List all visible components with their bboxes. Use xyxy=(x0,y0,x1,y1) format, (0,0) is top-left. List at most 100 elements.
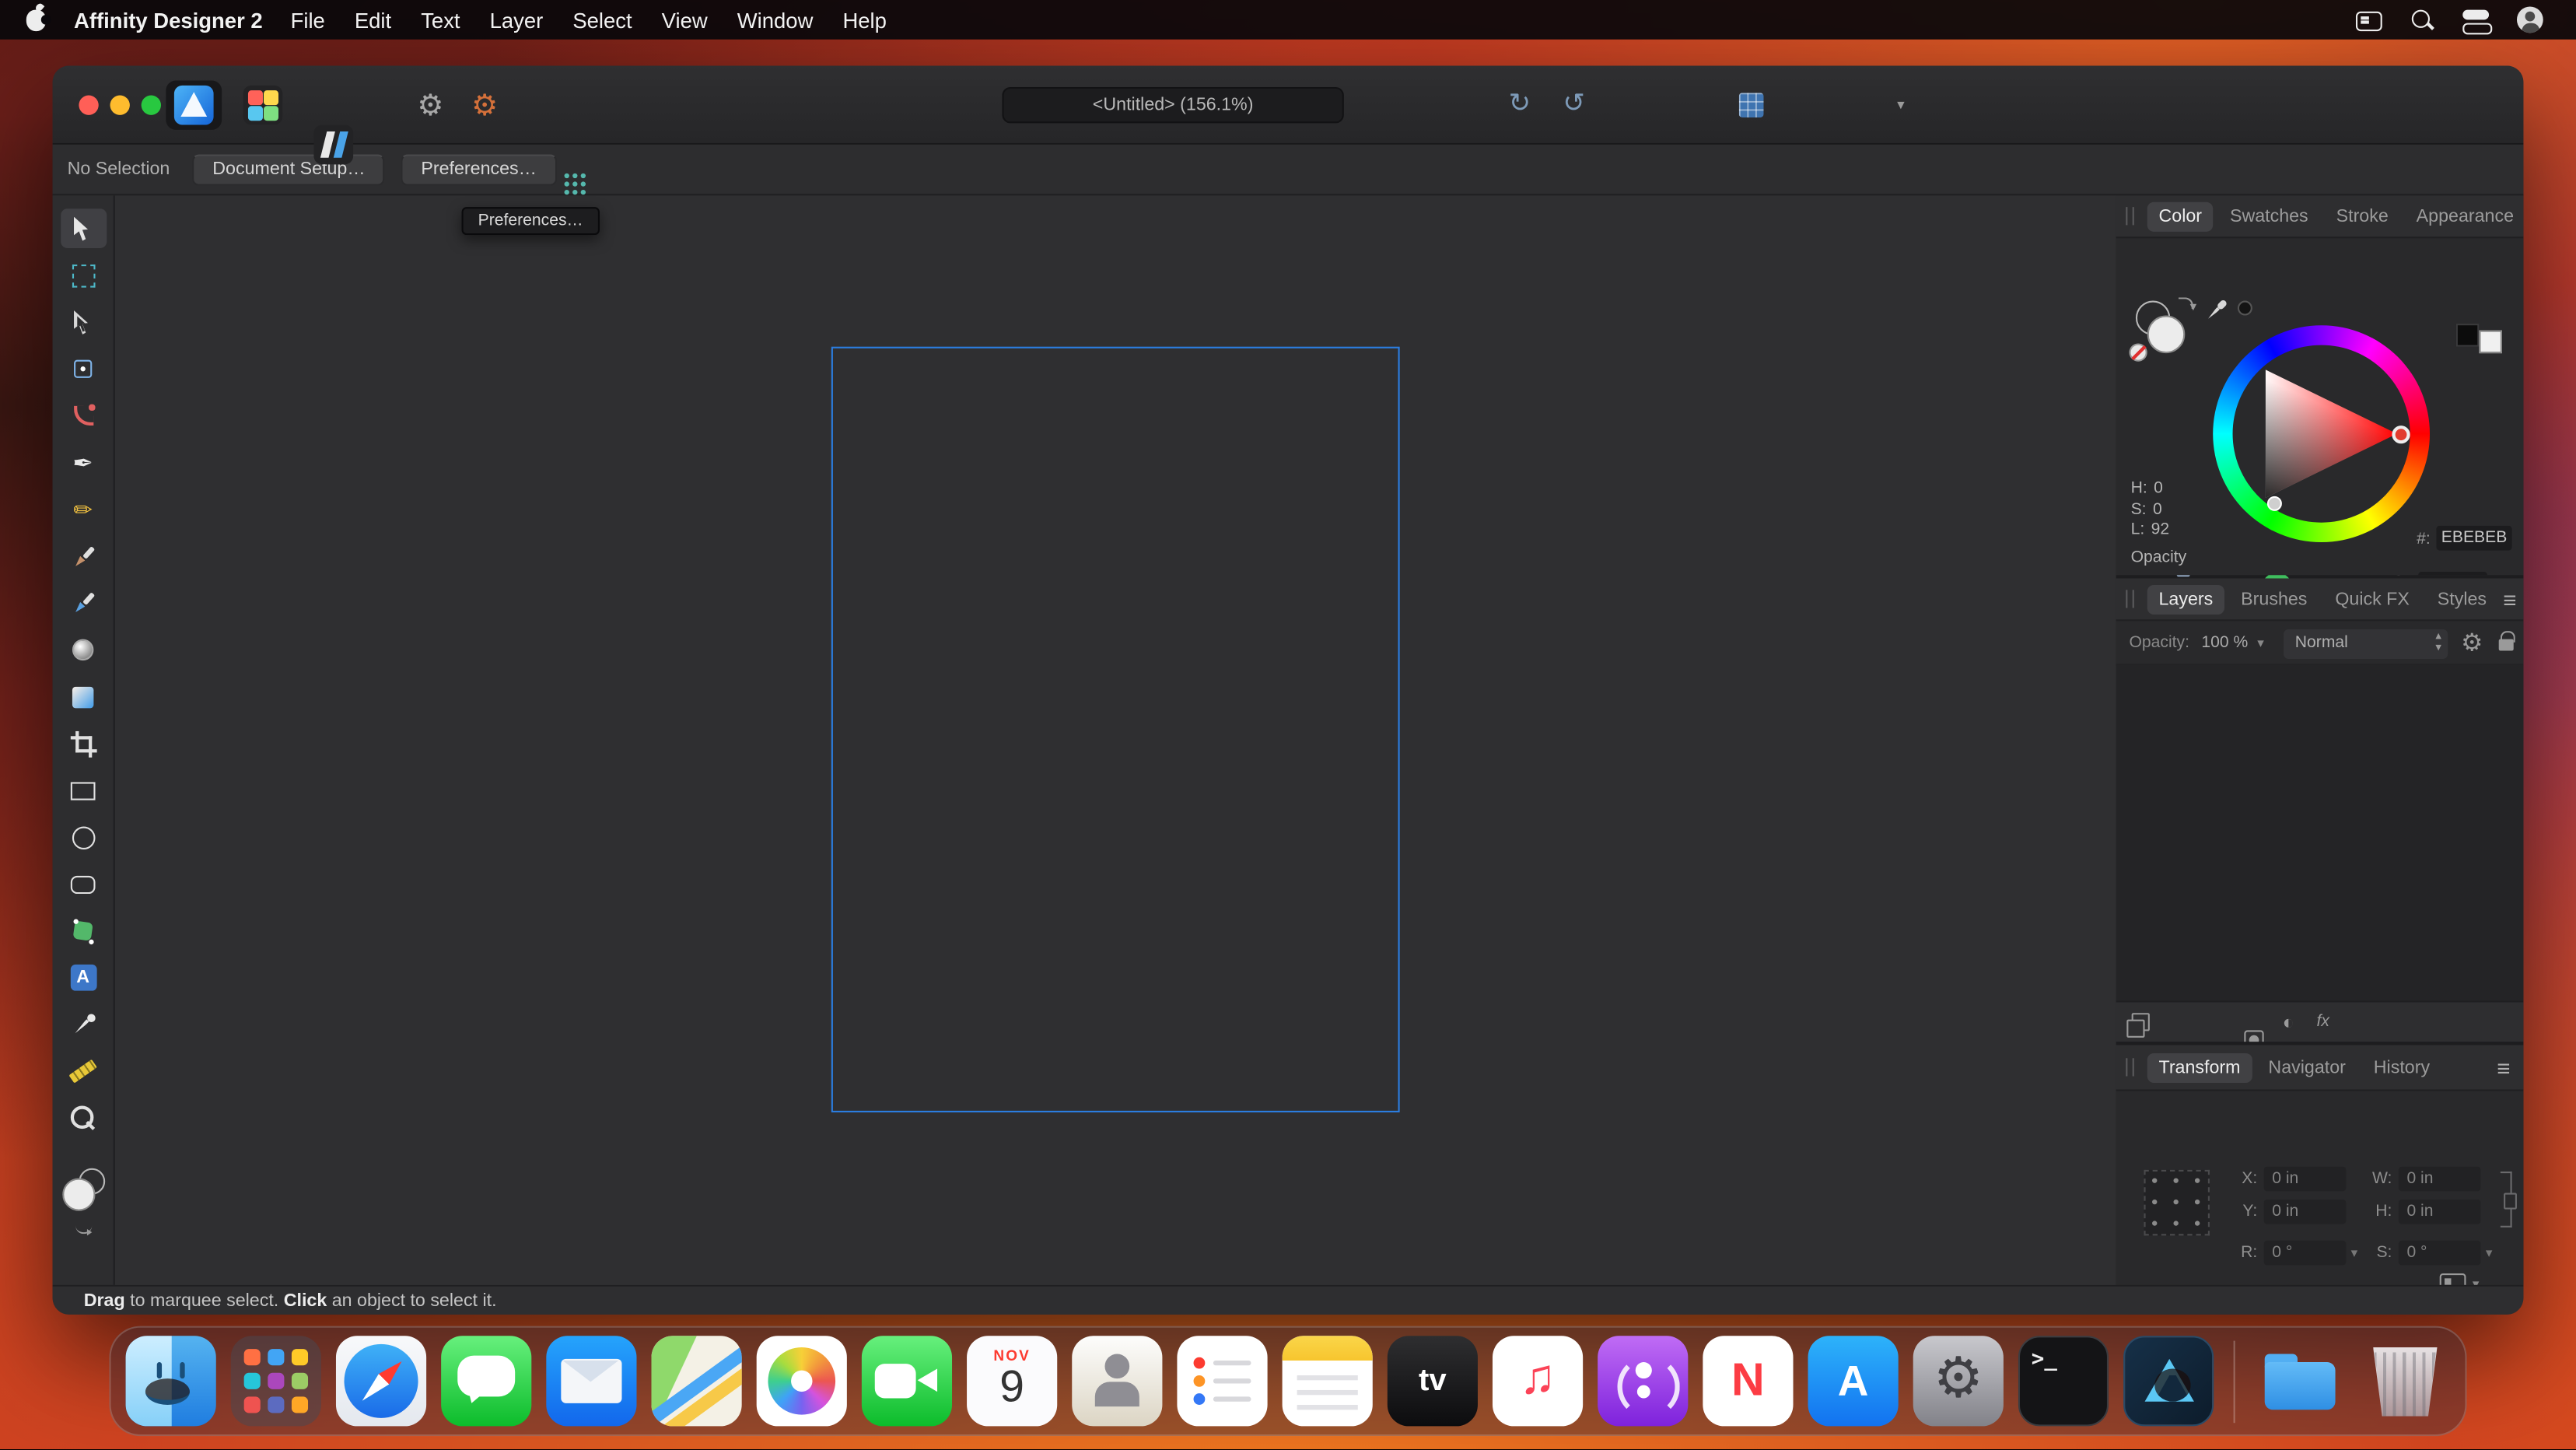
dock-calendar-icon[interactable]: NOV 9 xyxy=(967,1336,1057,1426)
measure-tool[interactable] xyxy=(60,1052,106,1091)
blend-mode-stepper-icon[interactable]: ▴▾ xyxy=(2435,630,2441,653)
layer-settings-gear-icon[interactable]: ⚙ xyxy=(2461,628,2483,657)
swap-fill-stroke-icon[interactable] xyxy=(2179,297,2193,309)
anchor-point-selector[interactable] xyxy=(2144,1170,2209,1235)
zoom-button[interactable] xyxy=(142,96,161,115)
link-dimensions-icon[interactable] xyxy=(2501,1172,2512,1228)
transform-options-chevron-icon[interactable]: ▾ xyxy=(2473,1277,2479,1285)
tab-layers[interactable]: Layers xyxy=(2147,584,2224,614)
panel-menu-icon[interactable]: ≡ xyxy=(2503,587,2516,611)
rounded-rectangle-tool[interactable] xyxy=(60,864,106,904)
menu-view[interactable]: View xyxy=(647,8,723,33)
menu-help[interactable]: Help xyxy=(828,8,901,33)
menu-file[interactable]: File xyxy=(276,8,340,33)
dock-facetime-icon[interactable] xyxy=(862,1336,952,1426)
document-setup-button[interactable]: Document Setup… xyxy=(193,153,385,184)
fill-stroke-color-well[interactable] xyxy=(57,1168,110,1238)
user-account-icon[interactable] xyxy=(2517,6,2543,33)
corner-tool[interactable] xyxy=(60,396,106,436)
fill-tool[interactable] xyxy=(60,630,106,670)
pixel-persona-button[interactable] xyxy=(243,86,283,125)
no-color-icon[interactable] xyxy=(2129,343,2147,361)
node-tool[interactable] xyxy=(60,303,106,342)
shear-chevron-icon[interactable]: ▾ xyxy=(2486,1245,2492,1260)
app-menu[interactable]: Affinity Designer 2 xyxy=(74,8,263,33)
color-selector-handle[interactable] xyxy=(2267,496,2282,511)
rotate-counterclockwise-icon[interactable]: ↺ xyxy=(1563,92,1584,118)
eyedropper-icon[interactable] xyxy=(2203,298,2229,324)
dock-system-settings-icon[interactable]: ⚙ xyxy=(1913,1336,2004,1426)
transform-origin-icon[interactable] xyxy=(2440,1273,2466,1285)
layers-opacity-chevron-icon[interactable]: ▾ xyxy=(2257,636,2263,650)
tab-transform[interactable]: Transform xyxy=(2147,1052,2252,1082)
pen-tool[interactable]: ✒ xyxy=(60,443,106,482)
pencil-tool[interactable]: ✏ xyxy=(60,489,106,529)
dock-mail-icon[interactable] xyxy=(546,1336,636,1426)
artistic-text-tool[interactable]: A xyxy=(60,958,106,997)
document-artboard[interactable] xyxy=(831,347,1400,1112)
move-tool[interactable] xyxy=(60,208,106,248)
rotate-clockwise-icon[interactable]: ↻ xyxy=(1509,92,1531,118)
menu-edit[interactable]: Edit xyxy=(340,8,406,33)
transparency-tool[interactable] xyxy=(60,677,106,716)
dock-maps-icon[interactable] xyxy=(652,1336,742,1426)
dock-app-store-icon[interactable]: A xyxy=(1808,1336,1899,1426)
layers-list[interactable] xyxy=(2116,665,2524,1000)
tab-navigator[interactable]: Navigator xyxy=(2257,1052,2357,1082)
layers-opacity-value[interactable]: 100 % xyxy=(2201,634,2248,652)
dock-safari-icon[interactable] xyxy=(336,1336,426,1426)
swap-colors-icon[interactable] xyxy=(75,1224,91,1235)
tab-quick-fx[interactable]: Quick FX xyxy=(2324,584,2421,614)
dock-affinity-designer-icon[interactable] xyxy=(2123,1336,2214,1426)
zoom-tool[interactable] xyxy=(60,1098,106,1138)
dock-notes-icon[interactable] xyxy=(1283,1336,1373,1426)
x-field[interactable]: 0 in xyxy=(2264,1167,2347,1192)
artboard-tool[interactable] xyxy=(60,255,106,295)
rotation-field[interactable]: 0 ° xyxy=(2264,1241,2347,1266)
h-field[interactable]: 0 in xyxy=(2399,1200,2481,1224)
menu-text[interactable]: Text xyxy=(406,8,474,33)
point-transform-tool[interactable] xyxy=(60,349,106,389)
paint-brush-tool[interactable] xyxy=(60,537,106,576)
y-field[interactable]: 0 in xyxy=(2264,1200,2347,1224)
dock-launchpad-icon[interactable] xyxy=(231,1336,321,1426)
dock-contacts-icon[interactable] xyxy=(1072,1336,1162,1426)
shape-tool[interactable] xyxy=(60,911,106,951)
control-center-icon[interactable] xyxy=(2462,6,2489,33)
color-picker-tool[interactable] xyxy=(60,1005,106,1045)
shear-field[interactable]: 0 ° xyxy=(2399,1241,2481,1266)
menu-layer[interactable]: Layer xyxy=(475,8,558,33)
crop-tool[interactable] xyxy=(60,723,106,763)
dock-finder-icon[interactable] xyxy=(126,1336,216,1426)
dock-messages-icon[interactable] xyxy=(441,1336,531,1426)
tab-swatches[interactable]: Swatches xyxy=(2218,201,2319,231)
mask-layer-icon[interactable] xyxy=(2244,1030,2263,1042)
menu-select[interactable]: Select xyxy=(558,8,646,33)
designer-persona-button[interactable] xyxy=(166,81,222,130)
black-swatch[interactable] xyxy=(2456,324,2480,347)
tab-history[interactable]: History xyxy=(2362,1052,2441,1082)
show-grid-icon[interactable] xyxy=(1739,93,1764,117)
tab-appearance[interactable]: Appearance xyxy=(2405,201,2524,231)
snapping-options-chevron-icon[interactable]: ▾ xyxy=(1897,96,1905,114)
layer-effects-icon[interactable]: fx xyxy=(2316,1013,2329,1031)
rectangle-tool[interactable] xyxy=(60,771,106,811)
apple-menu-icon[interactable] xyxy=(26,9,46,30)
opacity-value-field[interactable]: 100 % xyxy=(2418,572,2487,575)
white-swatch[interactable] xyxy=(2479,331,2502,354)
dock-apple-tv-icon[interactable]: tv xyxy=(1388,1336,1478,1426)
dock-music-icon[interactable]: ♫ xyxy=(1493,1336,1583,1426)
snap-grid-icon[interactable] xyxy=(562,172,587,197)
preferences-button[interactable]: Preferences… xyxy=(401,153,556,184)
dock-news-icon[interactable]: N xyxy=(1703,1336,1793,1426)
dock-podcasts-icon[interactable] xyxy=(1598,1336,1688,1426)
hue-selector-handle[interactable] xyxy=(2392,426,2410,443)
dock-terminal-icon[interactable]: >_ xyxy=(2018,1336,2109,1426)
spotlight-search-icon[interactable] xyxy=(2409,6,2435,33)
vector-brush-tool[interactable] xyxy=(60,583,106,623)
saturation-lightness-triangle[interactable] xyxy=(2239,352,2403,516)
tab-styles[interactable]: Styles xyxy=(2426,584,2498,614)
panel-menu-icon[interactable]: ≡ xyxy=(2497,1056,2510,1079)
dock-photos-icon[interactable] xyxy=(757,1336,847,1426)
document-title-dropdown[interactable]: <Untitled> (156.1%) xyxy=(1002,87,1343,123)
